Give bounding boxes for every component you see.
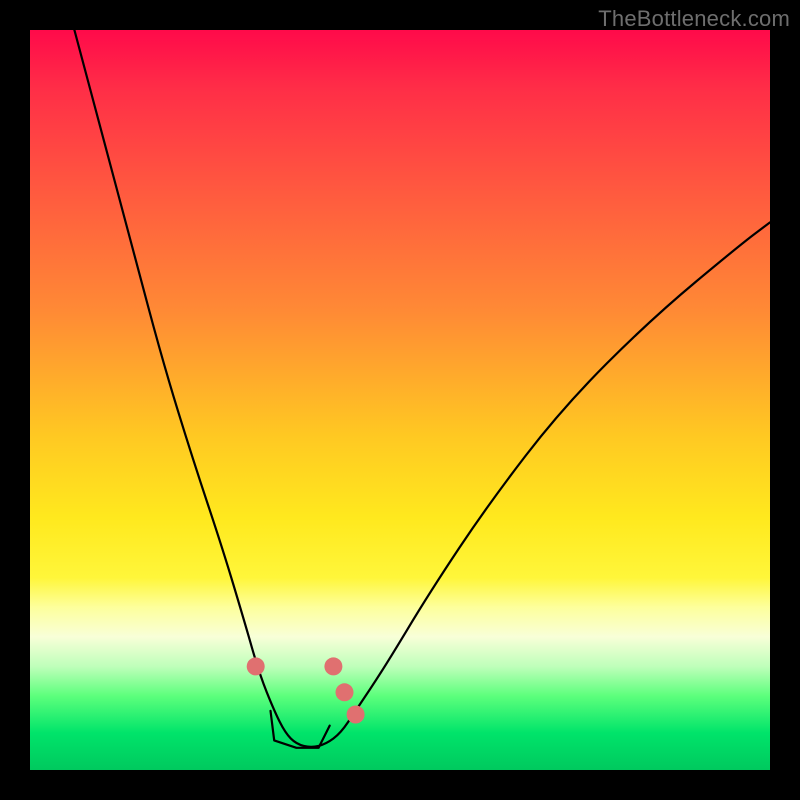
curve-marker xyxy=(336,683,354,701)
curve-markers xyxy=(247,657,365,723)
chart-frame: TheBottleneck.com xyxy=(0,0,800,800)
curve-layer xyxy=(30,30,770,770)
curve-marker xyxy=(324,657,342,675)
bottleneck-curve xyxy=(74,30,770,747)
plot-area xyxy=(30,30,770,770)
watermark-text: TheBottleneck.com xyxy=(598,6,790,32)
trough-highlight xyxy=(271,711,330,748)
curve-marker xyxy=(347,706,365,724)
curve-marker xyxy=(247,657,265,675)
